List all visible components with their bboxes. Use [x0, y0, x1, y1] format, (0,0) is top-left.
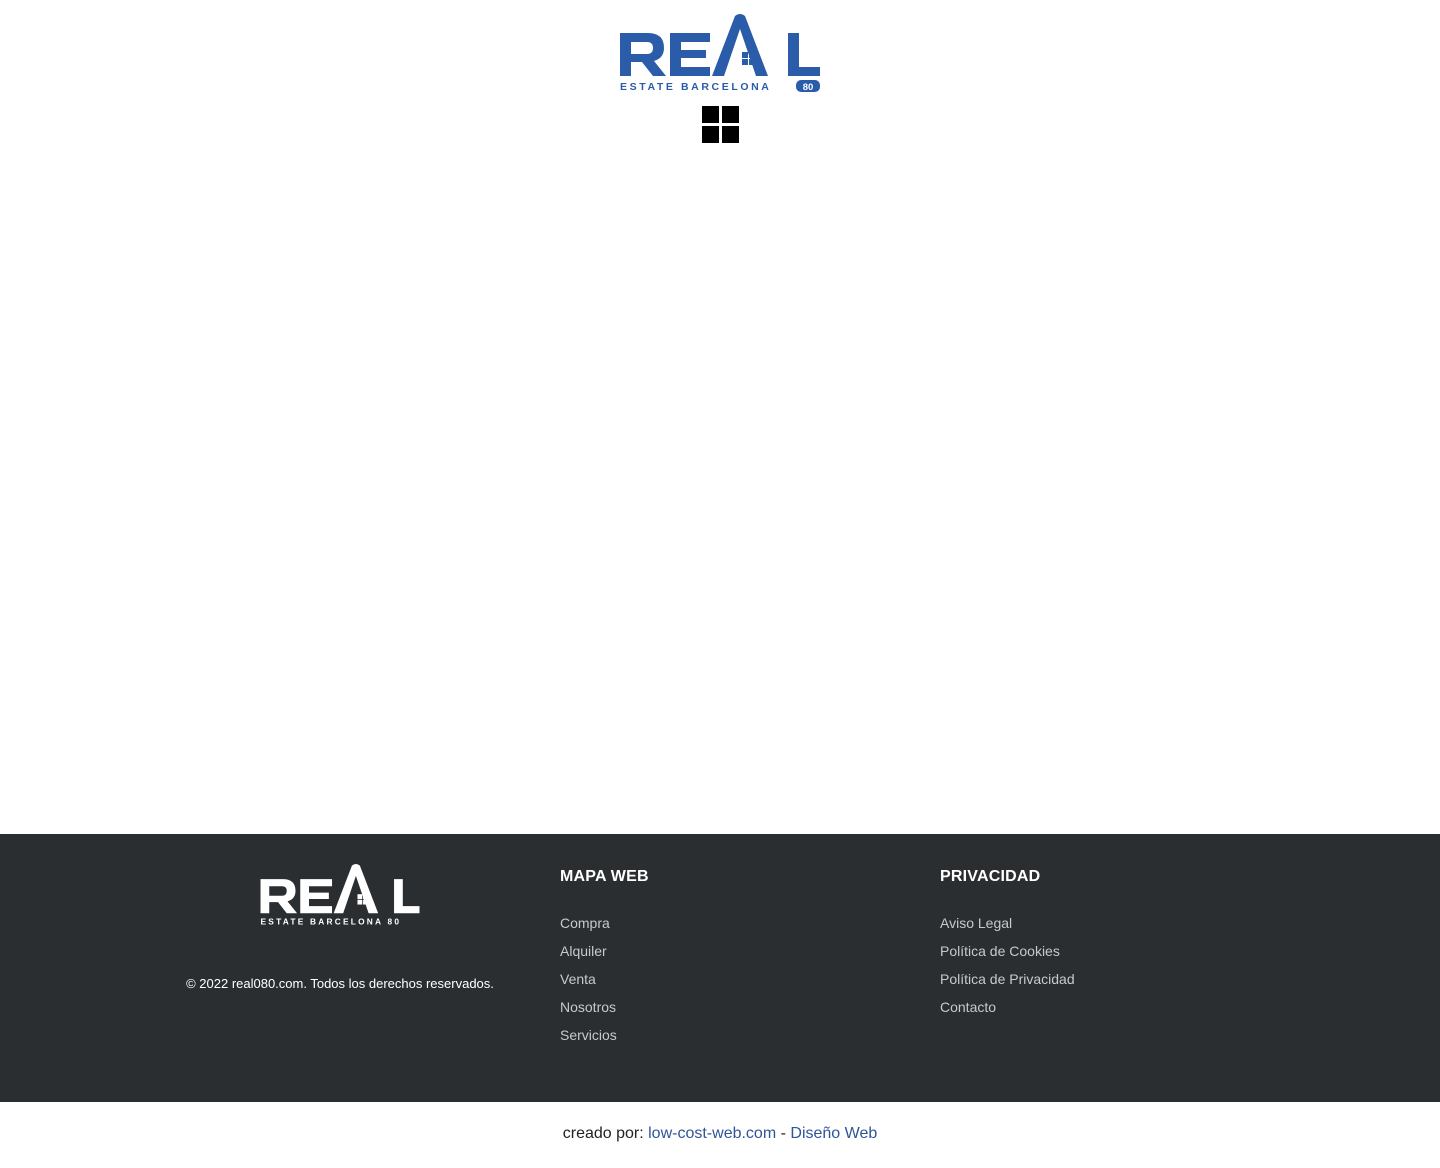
footer-logo[interactable]: ESTATE BARCELONA 80 — [260, 864, 420, 926]
menu-square — [702, 126, 719, 143]
logo-badge: 80 — [803, 82, 814, 92]
sitemap-link-servicios[interactable]: Servicios — [560, 1027, 617, 1043]
sitemap-link-venta[interactable]: Venta — [560, 971, 596, 987]
footer-logo-subtitle: ESTATE BARCELONA 80 — [261, 916, 402, 926]
sitemap-list: Compra Alquiler Venta Nosotros Servicios — [560, 913, 649, 1053]
site-footer: ESTATE BARCELONA 80 © 2022 real080.com. … — [0, 834, 1440, 1102]
real-logo-icon: ESTATE BARCELONA 80 — [620, 14, 820, 93]
sitemap-title: MAPA WEB — [560, 868, 649, 885]
privacy-list: Aviso Legal Política de Cookies Política… — [940, 913, 1075, 1025]
privacy-link-aviso-legal[interactable]: Aviso Legal — [940, 915, 1012, 931]
grid-menu-icon[interactable] — [702, 106, 739, 143]
credits-link-diseno-web[interactable]: Diseño Web — [790, 1125, 877, 1142]
credits-link-low-cost-web[interactable]: low-cost-web.com — [648, 1125, 776, 1142]
privacy-link-privacidad[interactable]: Política de Privacidad — [940, 971, 1075, 987]
privacy-link-cookies[interactable]: Política de Cookies — [940, 943, 1060, 959]
copyright-text: © 2022 real080.com. Todos los derechos r… — [186, 976, 494, 991]
menu-square — [702, 106, 719, 123]
site-header: ESTATE BARCELONA 80 — [0, 0, 1440, 160]
sitemap-link-compra[interactable]: Compra — [560, 915, 610, 931]
menu-square — [722, 126, 739, 143]
real-logo-white-icon: ESTATE BARCELONA 80 — [260, 864, 420, 926]
privacy-column: PRIVACIDAD Aviso Legal Política de Cooki… — [940, 867, 1075, 1025]
sitemap-link-nosotros[interactable]: Nosotros — [560, 999, 616, 1015]
sitemap-column: MAPA WEB Compra Alquiler Venta Nosotros … — [560, 867, 649, 1053]
menu-square — [722, 106, 739, 123]
credits-separator: - — [780, 1125, 786, 1142]
sitemap-link-alquiler[interactable]: Alquiler — [560, 943, 607, 959]
privacy-link-contacto[interactable]: Contacto — [940, 999, 996, 1015]
credits-prefix: creado por: — [562, 1125, 644, 1142]
site-logo[interactable]: ESTATE BARCELONA 80 — [620, 14, 820, 93]
privacy-title: PRIVACIDAD — [940, 868, 1041, 885]
main-content — [0, 160, 1440, 834]
logo-subtitle: ESTATE BARCELONA — [620, 81, 771, 92]
credits-bar: creado por: low-cost-web.com - Diseño We… — [0, 1102, 1440, 1168]
